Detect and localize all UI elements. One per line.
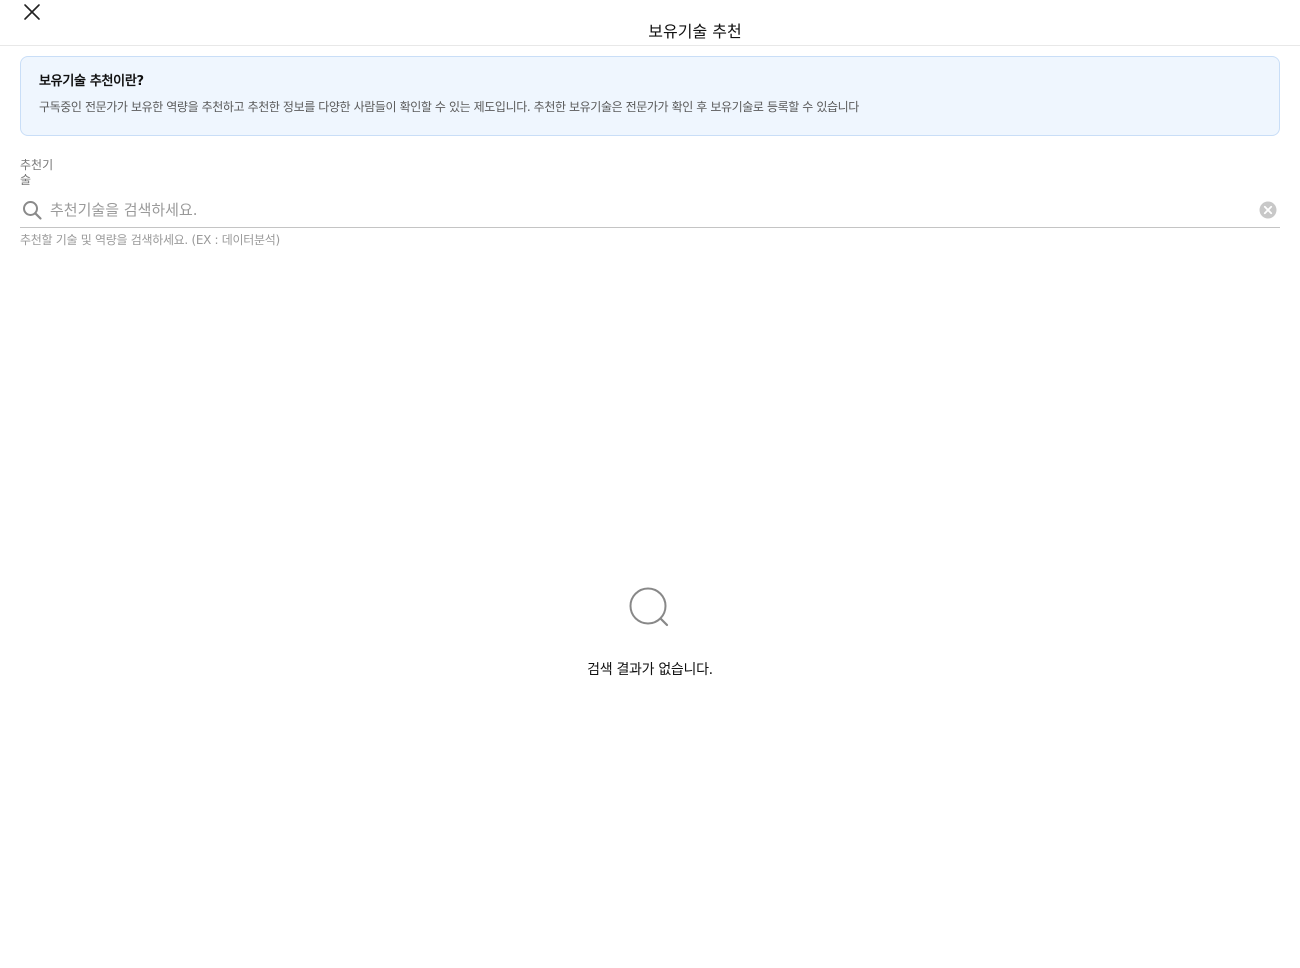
- close-icon: [24, 4, 40, 20]
- info-title: 보유기술 추천이란?: [39, 74, 144, 89]
- clear-icon: [1259, 201, 1277, 219]
- header: 보유기술 추천: [0, 0, 1300, 46]
- helper-text: 추천할 기술 및 역량을 검색하세요. (EX : 데이터분석): [20, 233, 280, 247]
- info-description: 구독중인 전문가가 보유한 역량을 추천하고 추천한 정보를 다양한 사람들이 …: [39, 100, 859, 114]
- search-icon: [20, 198, 44, 222]
- page-title: 보유기술 추천: [648, 22, 742, 41]
- field-label: 추천기술: [20, 158, 54, 187]
- recommend-skill-page: 보유기술 추천 보유기술 추천이란? 구독중인 전문가가 보유한 역량을 추천하…: [0, 0, 1300, 968]
- info-box: 보유기술 추천이란? 구독중인 전문가가 보유한 역량을 추천하고 추천한 정보…: [20, 56, 1280, 136]
- clear-button[interactable]: [1258, 200, 1278, 220]
- search-field: [20, 193, 1280, 228]
- empty-message: 검색 결과가 없습니다.: [587, 662, 713, 678]
- empty-search-icon: [628, 586, 672, 630]
- empty-state: 검색 결과가 없습니다.: [0, 586, 1300, 680]
- search-input[interactable]: [50, 195, 1258, 225]
